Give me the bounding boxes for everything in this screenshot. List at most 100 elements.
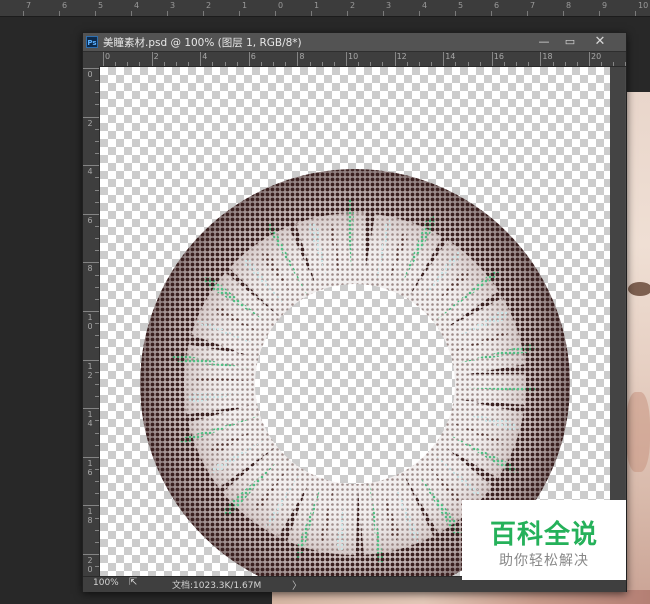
h-ruler-tick: [431, 62, 433, 66]
h-ruler-tick: [236, 62, 238, 66]
v-ruler-tick: [83, 505, 99, 507]
top-ruler-tick: [203, 11, 204, 16]
h-ruler-tick: [309, 62, 311, 66]
maximize-button[interactable]: ▭: [561, 34, 579, 49]
top-ruler-label: 1: [242, 1, 248, 10]
h-ruler-tick: [139, 62, 141, 66]
top-ruler-label: 9: [602, 1, 608, 10]
h-ruler-tick: [370, 62, 372, 66]
h-ruler-tick: [576, 62, 578, 66]
h-ruler-tick: [406, 62, 408, 66]
workspace-top-ruler: 7 6 5 4 3 2 1 0 1 2 3 4 5 6 7 8 9 10: [0, 0, 650, 17]
h-ruler-label: 10: [348, 52, 359, 61]
h-ruler-label: 2: [153, 52, 159, 61]
v-ruler-label: 18: [87, 507, 93, 526]
export-icon[interactable]: ⇱: [129, 577, 137, 588]
top-ruler-tick: [635, 11, 636, 16]
h-ruler-tick: [418, 62, 420, 66]
h-ruler-tick: [248, 52, 250, 66]
v-ruler-tick: [95, 493, 99, 495]
photoshop-icon: Ps: [86, 36, 98, 48]
v-ruler-label: 4: [87, 167, 93, 177]
h-ruler-tick: [297, 52, 299, 66]
h-ruler-tick: [564, 62, 566, 66]
v-ruler-tick: [95, 250, 99, 252]
vertical-ruler[interactable]: 0 2 4 6 8 10 12 14 16 18 20: [83, 66, 100, 576]
v-ruler-tick: [95, 274, 99, 276]
top-ruler-label: 4: [134, 1, 140, 10]
top-ruler-tick: [419, 11, 420, 16]
v-ruler-tick: [95, 128, 99, 130]
top-ruler-label: 2: [350, 1, 356, 10]
top-ruler-tick: [599, 11, 600, 16]
v-ruler-tick: [95, 104, 99, 106]
v-ruler-tick: [95, 286, 99, 288]
v-ruler-tick: [95, 371, 99, 373]
v-ruler-label: 6: [87, 215, 93, 225]
h-ruler-tick: [175, 62, 177, 66]
v-ruler-tick: [95, 481, 99, 483]
v-ruler-tick: [95, 432, 99, 434]
v-ruler-tick: [95, 238, 99, 240]
v-ruler-tick: [95, 347, 99, 349]
v-ruler-tick: [95, 566, 99, 568]
h-ruler-label: 16: [493, 52, 504, 61]
h-ruler-tick: [479, 62, 481, 66]
v-ruler-tick: [83, 68, 99, 69]
h-ruler-label: 0: [105, 52, 111, 61]
h-ruler-tick: [346, 52, 347, 66]
v-ruler-tick: [83, 408, 99, 410]
top-ruler-tick: [239, 11, 240, 16]
h-ruler-tick: [224, 62, 226, 66]
photo-cheek: [626, 392, 650, 472]
v-ruler-tick: [95, 201, 99, 203]
expand-arrow-icon[interactable]: 〉: [292, 577, 302, 592]
v-ruler-tick: [95, 298, 99, 300]
v-ruler-tick: [95, 383, 99, 385]
v-ruler-tick: [95, 420, 99, 422]
photo-eye: [628, 282, 650, 296]
horizontal-ruler[interactable]: 0 2 4 6 8 10 12 14 16 18 20: [100, 52, 626, 67]
v-ruler-label: 2: [87, 118, 93, 128]
top-ruler-tick: [95, 11, 96, 16]
top-ruler-label: 2: [206, 1, 212, 10]
h-ruler-tick: [212, 62, 214, 66]
top-ruler-tick: [131, 11, 132, 16]
top-ruler-label: 8: [566, 1, 572, 10]
h-ruler-label: 8: [299, 52, 305, 61]
background-photo: [626, 92, 650, 604]
h-ruler-tick: [601, 62, 603, 66]
h-ruler-tick: [382, 62, 384, 66]
h-ruler-tick: [285, 62, 287, 66]
h-ruler-tick: [540, 52, 542, 66]
ruler-origin-corner[interactable]: [83, 52, 100, 66]
v-ruler-tick: [95, 92, 99, 94]
h-ruler-tick: [358, 62, 360, 66]
minimize-button[interactable]: —: [535, 34, 553, 49]
maximize-icon: ▭: [564, 35, 576, 48]
v-ruler-tick: [83, 456, 99, 458]
zoom-level[interactable]: 100%: [93, 578, 119, 588]
v-ruler-tick: [83, 116, 99, 118]
h-ruler-tick: [115, 62, 117, 66]
top-ruler-label: 0: [278, 1, 284, 10]
v-ruler-tick: [95, 177, 99, 179]
h-ruler-tick: [528, 62, 530, 66]
close-icon: ✕: [594, 34, 606, 49]
h-ruler-tick: [394, 52, 396, 66]
v-ruler-tick: [83, 262, 99, 264]
h-ruler-tick: [103, 52, 104, 66]
h-ruler-tick: [260, 62, 262, 66]
v-ruler-label: 10: [87, 313, 93, 331]
v-ruler-label: 20: [87, 556, 93, 574]
close-button[interactable]: ✕: [591, 34, 609, 49]
top-ruler-tick: [563, 11, 564, 16]
h-ruler-label: 6: [250, 52, 256, 61]
document-title-bar[interactable]: Ps 美瞳素材.psd @ 100% (图层 1, RGB/8*) — ▭ ✕: [83, 33, 626, 52]
document-info: 文档:1023.3K/1.67M: [172, 581, 262, 591]
v-ruler-tick: [83, 213, 99, 215]
h-ruler-tick: [491, 52, 493, 66]
watermark-badge: 百科全说 助你轻松解决: [462, 500, 626, 580]
top-ruler-tick: [23, 11, 24, 16]
background-photo-bottom: [272, 590, 650, 604]
